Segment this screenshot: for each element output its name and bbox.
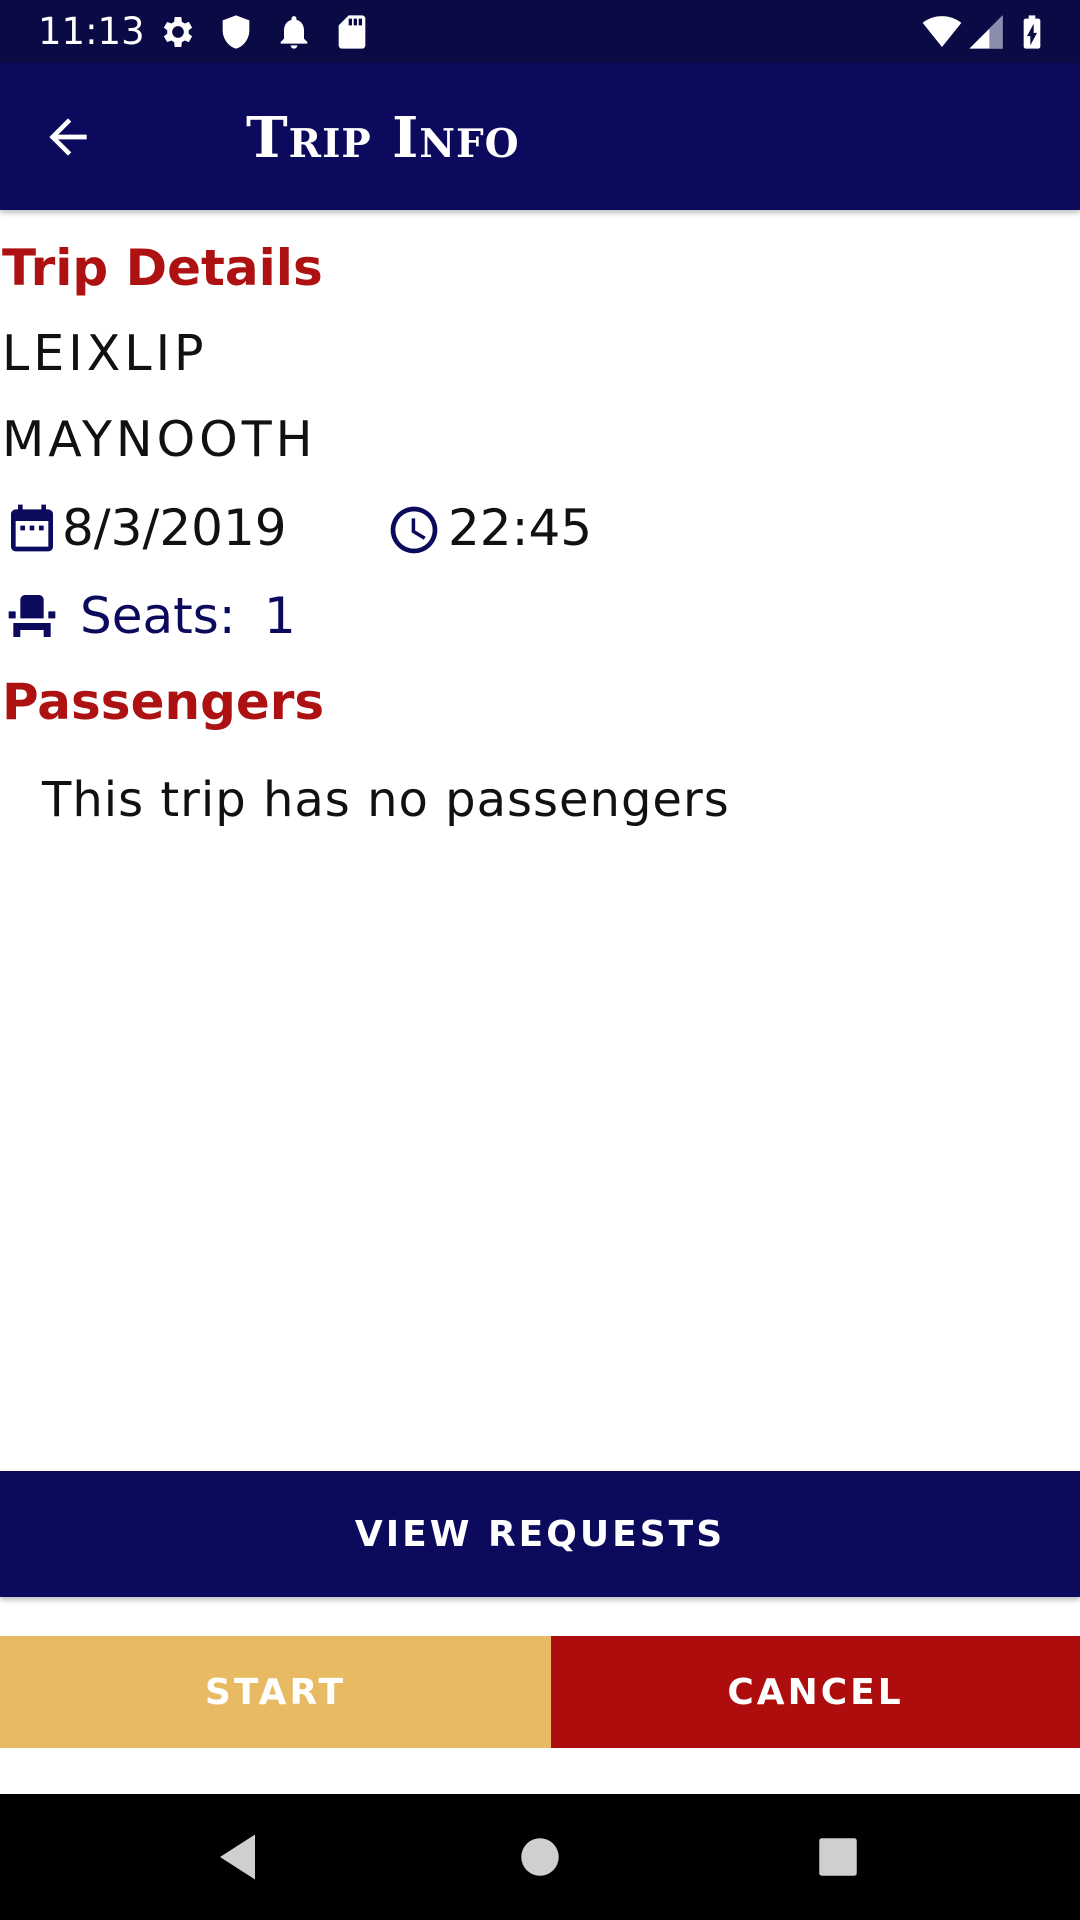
seats-value: 1 xyxy=(264,587,296,645)
recents-square-icon[interactable] xyxy=(808,1827,868,1887)
back-button[interactable] xyxy=(40,109,106,165)
shield-icon xyxy=(216,12,256,52)
bell-icon xyxy=(274,12,314,52)
trip-date: 8/3/2019 xyxy=(62,499,287,557)
seats-row: Seats: 1 xyxy=(0,582,340,652)
cancel-button[interactable]: CANCEL xyxy=(551,1636,1080,1748)
start-button[interactable]: START xyxy=(0,1636,551,1748)
status-time: 11:13 xyxy=(38,10,145,53)
gear-icon xyxy=(158,12,198,52)
date-time-row: 8/3/2019 22:45 xyxy=(0,494,620,564)
trip-details-heading: Trip Details xyxy=(2,239,323,297)
seats-label: Seats: xyxy=(80,587,236,645)
page-title: Trip Info xyxy=(246,105,520,171)
wifi-icon xyxy=(922,12,962,52)
trip-time: 22:45 xyxy=(448,499,593,557)
seat-icon xyxy=(4,586,60,646)
system-nav-bar xyxy=(0,1794,1080,1920)
calendar-icon xyxy=(4,498,60,558)
destination-text: MAYNOOTH xyxy=(2,411,317,468)
signal-icon xyxy=(966,12,1006,52)
battery-charging-icon xyxy=(1012,12,1052,52)
home-circle-icon[interactable] xyxy=(510,1827,570,1887)
passengers-heading: Passengers xyxy=(2,673,325,731)
status-bar: 11:13 xyxy=(0,0,1080,63)
app-bar: Trip Info xyxy=(0,63,1080,210)
sd-card-icon xyxy=(332,12,372,52)
view-requests-button[interactable]: VIEW REQUESTS xyxy=(0,1471,1080,1597)
origin-text: LEIXLIP xyxy=(2,325,208,382)
clock-icon xyxy=(386,500,442,560)
no-passengers-message: This trip has no passengers xyxy=(42,772,730,828)
arrow-left-icon xyxy=(49,118,87,156)
back-triangle-icon[interactable] xyxy=(210,1827,270,1887)
